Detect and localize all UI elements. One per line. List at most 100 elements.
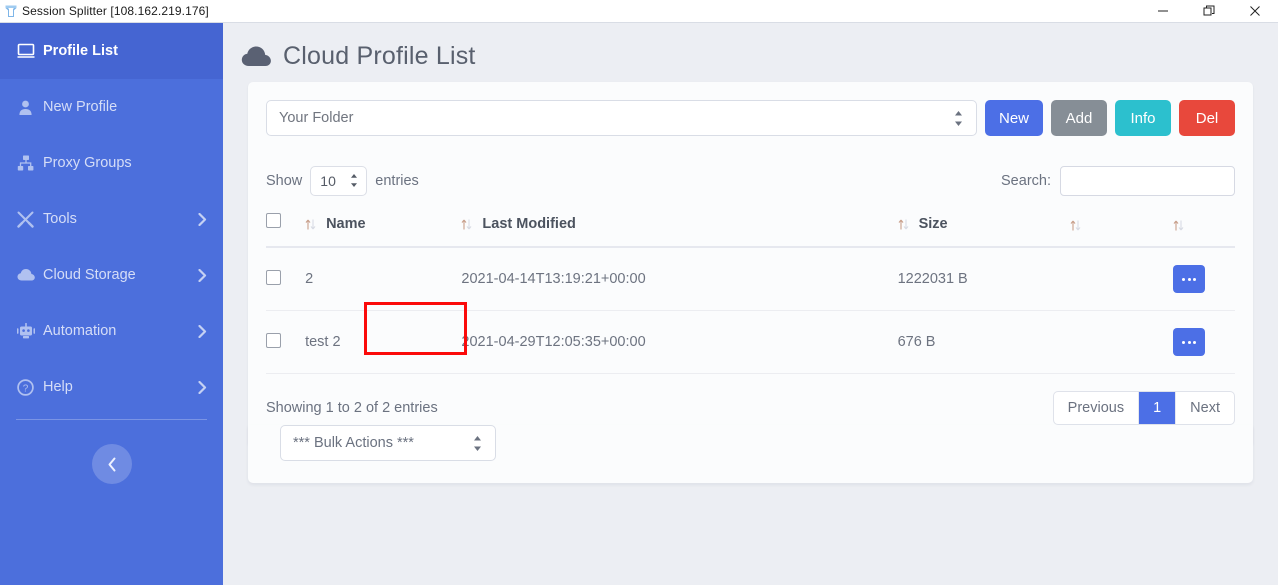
bulk-actions-card: *** Bulk Actions *** (248, 425, 1253, 483)
minimize-icon[interactable] (1140, 0, 1186, 23)
del-button[interactable]: Del (1179, 100, 1235, 136)
robot-icon (17, 321, 43, 341)
sidebar-item-new-profile[interactable]: New Profile (0, 79, 223, 135)
search-input[interactable] (1060, 166, 1235, 196)
row-actions-cell (1173, 247, 1235, 311)
column-header-label: Name (326, 216, 366, 232)
sort-icon (461, 218, 472, 231)
sidebar-item-label: New Profile (43, 99, 118, 115)
sidebar-item-help[interactable]: ? Help (0, 359, 223, 415)
row-last-modified: 2021-04-29T12:05:35+00:00 (461, 310, 898, 374)
row-size: 676 B (897, 310, 1071, 374)
sidebar-collapse-button[interactable] (91, 444, 132, 484)
show-entries-group: Show 10 entries (266, 166, 419, 196)
column-header-label: Size (918, 216, 948, 232)
showing-entries-info: Showing 1 to 2 of 2 entries (266, 400, 438, 416)
info-button[interactable]: Info (1115, 100, 1171, 136)
row-select-cell[interactable] (266, 247, 306, 311)
pagination-next[interactable]: Next (1176, 392, 1234, 424)
updown-icon (350, 173, 358, 188)
question-icon: ? (17, 377, 43, 397)
user-icon (17, 97, 43, 117)
show-label: Show (266, 173, 303, 189)
column-header-label: Last Modified (482, 216, 576, 232)
column-header-name[interactable]: Name (305, 207, 462, 248)
main-content: Cloud Profile List Your Folder New Add I… (223, 23, 1278, 585)
sidebar-collapse-wrap (0, 420, 223, 508)
table-row[interactable]: test 2 2021-04-29T12:05:35+00:00 676 B (266, 310, 1235, 374)
folder-select[interactable]: Your Folder (266, 100, 977, 136)
table-row[interactable]: 2 2021-04-14T13:19:21+00:00 1222031 B (266, 247, 1235, 311)
page-length-value: 10 (320, 173, 336, 189)
window-title-bar: Session Splitter [108.162.219.176] (0, 0, 1278, 23)
monitor-icon (17, 41, 43, 61)
pagination-page-1[interactable]: 1 (1139, 392, 1177, 424)
sidebar-item-label: Proxy Groups (43, 155, 132, 171)
column-header-size[interactable]: Size (897, 207, 1071, 248)
svg-text:?: ? (23, 383, 29, 394)
new-button[interactable]: New (984, 100, 1043, 136)
sidebar-item-automation[interactable]: Automation (0, 303, 223, 359)
page-length-select[interactable]: 10 (310, 166, 368, 196)
cloud-icon (241, 45, 273, 68)
column-header-last-modified[interactable]: Last Modified (461, 207, 898, 248)
ellipsis-icon[interactable] (1173, 265, 1206, 293)
table-controls: Show 10 entries Search: (266, 166, 1235, 196)
sort-icon (1173, 219, 1184, 232)
sidebar-item-label: Profile List (43, 43, 118, 59)
sidebar-item-cloud-storage[interactable]: Cloud Storage (0, 247, 223, 303)
row-actions-cell (1173, 310, 1235, 374)
page-title: Cloud Profile List (283, 41, 476, 70)
entries-label: entries (375, 173, 419, 189)
updown-icon (473, 435, 482, 452)
row-extra-1 (1070, 247, 1174, 311)
row-checkbox[interactable] (266, 269, 281, 285)
sidebar-item-label: Cloud Storage (43, 267, 136, 283)
search-group: Search: (1001, 166, 1235, 196)
column-header-select-all[interactable] (266, 207, 306, 248)
bulk-actions-select[interactable]: *** Bulk Actions *** (280, 425, 496, 461)
chevron-right-icon (195, 324, 209, 338)
folder-select-value: Your Folder (279, 110, 354, 126)
row-extra-1 (1070, 310, 1174, 374)
cloud-icon (17, 265, 43, 285)
folder-toolbar: Your Folder New Add Info Del (266, 100, 1235, 136)
sidebar-item-profile-list[interactable]: Profile List (0, 23, 223, 79)
profiles-table: Name Last Modified Size 2 2021-04-14T13:… (266, 207, 1235, 374)
sort-icon (898, 218, 909, 231)
bulk-actions-value: *** Bulk Actions *** (293, 435, 414, 451)
splitter-icon (0, 0, 22, 23)
restore-icon[interactable] (1186, 0, 1232, 23)
add-button[interactable]: Add (1051, 100, 1107, 136)
pagination-previous[interactable]: Previous (1054, 392, 1140, 424)
ellipsis-icon[interactable] (1173, 328, 1206, 356)
sidebar-item-label: Tools (43, 211, 77, 227)
table-head: Name Last Modified Size (266, 207, 1235, 248)
select-all-checkbox[interactable] (266, 213, 281, 228)
bulk-actions-inner: *** Bulk Actions *** (248, 425, 1253, 461)
table-footer: Showing 1 to 2 of 2 entries Previous 1 N… (266, 391, 1235, 425)
row-last-modified: 2021-04-14T13:19:21+00:00 (461, 247, 898, 311)
chevron-right-icon (195, 212, 209, 226)
row-size: 1222031 B (897, 247, 1071, 311)
row-name[interactable]: test 2 (305, 310, 462, 374)
column-header-extra-1[interactable] (1070, 207, 1174, 248)
updown-icon (954, 110, 963, 127)
pagination: Previous 1 Next (1052, 391, 1235, 425)
chevron-right-icon (195, 380, 209, 394)
sort-icon (305, 218, 316, 231)
profile-list-card: Your Folder New Add Info Del Show 10 ent… (248, 82, 1253, 447)
table-header-row: Name Last Modified Size (266, 207, 1235, 248)
row-select-cell[interactable] (266, 310, 306, 374)
row-checkbox[interactable] (266, 332, 281, 348)
close-icon[interactable] (1232, 0, 1278, 23)
table-body: 2 2021-04-14T13:19:21+00:00 1222031 B te… (266, 247, 1235, 374)
row-name[interactable]: 2 (305, 247, 462, 311)
sidebar-item-label: Help (43, 379, 73, 395)
chevron-right-icon (195, 268, 209, 282)
tools-icon (17, 209, 43, 229)
chevron-left-icon (107, 457, 117, 472)
sidebar-item-proxy-groups[interactable]: Proxy Groups (0, 135, 223, 191)
column-header-extra-2[interactable] (1173, 207, 1235, 248)
sidebar-item-tools[interactable]: Tools (0, 191, 223, 247)
